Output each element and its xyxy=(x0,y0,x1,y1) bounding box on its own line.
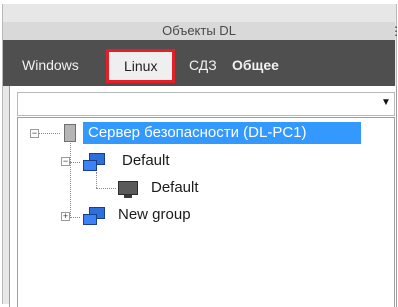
tree-connector xyxy=(70,143,71,218)
computer-icon xyxy=(118,181,138,198)
tree-connector xyxy=(96,188,116,189)
title-bar: Объекты DL ⋮ xyxy=(3,22,398,41)
panel-title: Объекты DL xyxy=(162,23,236,38)
collapse-default-group-toggle[interactable]: − xyxy=(61,157,70,166)
tab-general[interactable]: Общее xyxy=(232,50,279,80)
tab-sdz[interactable]: СДЗ xyxy=(189,50,217,80)
tree-node-computer-default[interactable]: Default xyxy=(151,178,199,198)
tree-connector xyxy=(96,172,97,188)
tree-node-new-group[interactable]: New group xyxy=(118,205,191,225)
tree-connector xyxy=(38,133,60,134)
tab-linux[interactable]: Linux xyxy=(124,51,157,81)
tree-connector xyxy=(70,217,80,218)
server-icon xyxy=(64,124,76,142)
tree-connector xyxy=(70,162,80,163)
collapse-root-toggle[interactable]: − xyxy=(30,129,39,138)
group-icon xyxy=(83,153,105,171)
tab-windows[interactable]: Windows xyxy=(22,50,79,80)
tree-node-server[interactable]: Сервер безопасности (DL-PC1) xyxy=(83,122,361,144)
object-tree xyxy=(17,117,395,307)
dropdown-arrow-icon[interactable]: ▼ xyxy=(381,96,391,110)
object-selector[interactable] xyxy=(17,92,395,116)
tree-node-group-default[interactable]: Default xyxy=(122,151,170,171)
options-icon[interactable]: ⋮ xyxy=(390,24,398,38)
group-icon xyxy=(83,207,105,225)
expand-new-group-toggle[interactable]: + xyxy=(61,212,70,221)
